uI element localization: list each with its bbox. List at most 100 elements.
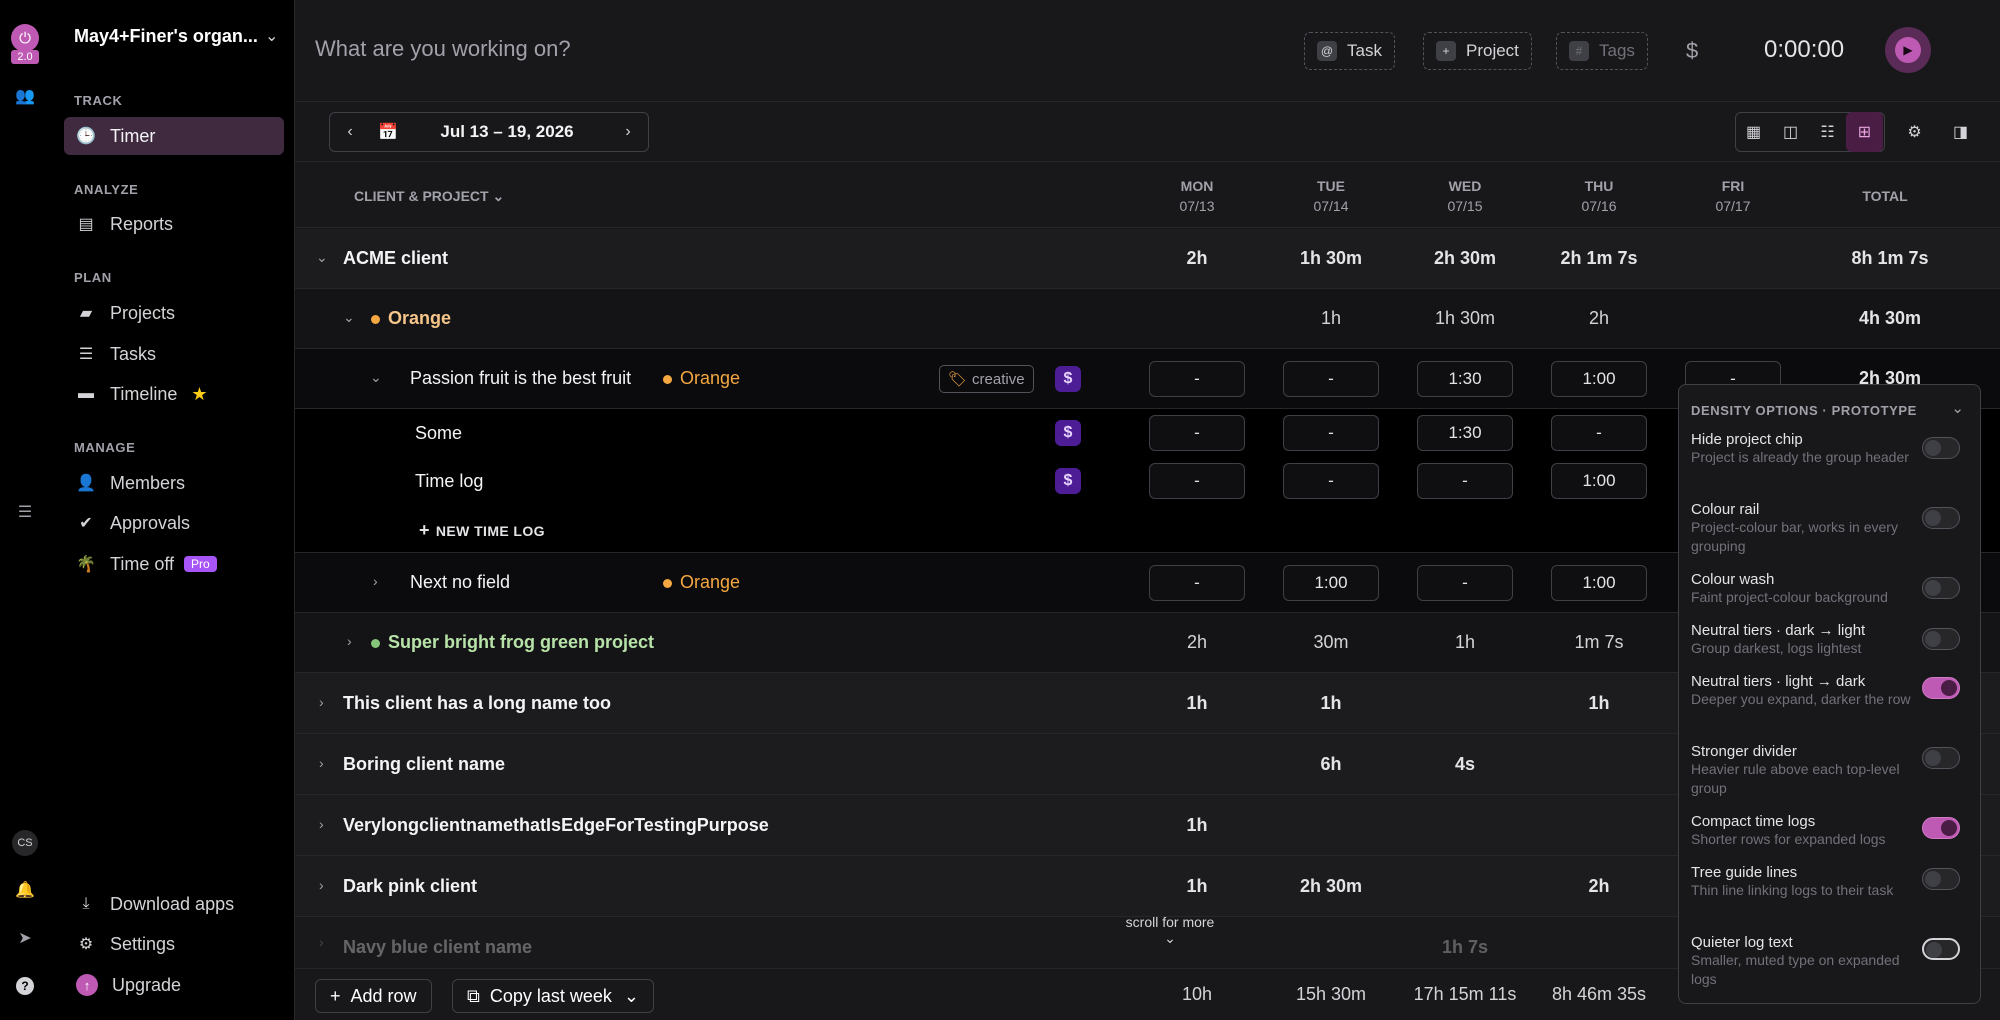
calendar-view-icon[interactable]: ▦ — [1735, 112, 1772, 152]
chevron-down-icon[interactable]: ⌄ — [343, 309, 355, 326]
client-row-acme[interactable]: ⌄ ACME client 2h 1h 30m 2h 30m 2h 1m 7s … — [295, 229, 2000, 289]
chevron-right-icon[interactable]: › — [319, 694, 324, 710]
copy-last-week-button[interactable]: ⧉ Copy last week ⌄ — [452, 979, 655, 1013]
start-timer-button[interactable]: ▶ — [1885, 27, 1931, 73]
prev-week-button[interactable]: ‹ — [330, 123, 370, 141]
collapse-panel-icon[interactable]: ⌄ — [1951, 399, 1964, 417]
sidebar-item-timeline[interactable]: ▬ Timeline ★ — [64, 375, 284, 413]
chevron-right-icon[interactable]: › — [319, 755, 324, 771]
time-input[interactable]: 1:00 — [1283, 565, 1379, 601]
time-input[interactable]: 1:30 — [1417, 361, 1513, 397]
gear-icon[interactable]: ⚙ — [1896, 112, 1933, 152]
avatar[interactable]: CS — [12, 830, 38, 856]
group-by-header[interactable]: CLIENT & PROJECT ⌄ — [354, 186, 504, 206]
time-input[interactable]: - — [1551, 415, 1647, 451]
time-input[interactable]: - — [1149, 463, 1245, 499]
day-total: 1h — [1186, 815, 1208, 835]
day-total: 1h — [1588, 693, 1610, 713]
project-chip: Orange — [663, 368, 740, 389]
send-icon[interactable]: ➤ — [11, 924, 39, 952]
time-input[interactable]: 1:30 — [1417, 415, 1513, 451]
sidebar-item-projects[interactable]: ▰ Projects — [64, 294, 284, 332]
plus-icon: + — [1436, 41, 1456, 61]
sidebar-item-members[interactable]: 👤 Members — [64, 464, 284, 502]
billable-icon[interactable]: $ — [1055, 468, 1081, 494]
billable-icon[interactable]: $ — [1055, 366, 1081, 392]
download-apps-link[interactable]: ⤓ Download apps — [64, 885, 284, 923]
footer-total: 8h 46m 35s — [1551, 984, 1647, 1004]
chevron-right-icon[interactable]: › — [319, 816, 324, 832]
chevron-down-icon[interactable]: ⌄ — [316, 249, 328, 266]
project-chip[interactable]: + Project — [1423, 32, 1532, 70]
time-input[interactable]: - — [1417, 565, 1513, 601]
billable-toggle[interactable]: $ — [1686, 38, 1698, 64]
sidebar-item-tasks[interactable]: ☰ Tasks — [64, 335, 284, 373]
task-chip[interactable]: @ Task — [1304, 32, 1395, 70]
plus-icon: + — [330, 985, 341, 1006]
time-input[interactable]: - — [1149, 415, 1245, 451]
day-total: 4s — [1454, 754, 1476, 774]
toggle-switch[interactable] — [1922, 938, 1960, 960]
billable-icon[interactable]: $ — [1055, 420, 1081, 446]
project-row-orange[interactable]: ⌄ Orange 1h 1h 30m 2h 4h 30m — [295, 289, 2000, 349]
chevron-right-icon[interactable]: › — [319, 934, 324, 950]
time-input[interactable]: - — [1149, 565, 1245, 601]
toggle-switch[interactable] — [1922, 507, 1960, 529]
next-week-button[interactable]: › — [608, 123, 648, 141]
power-icon[interactable]: ⏻ — [11, 24, 39, 52]
add-row-button[interactable]: + Add row — [315, 979, 432, 1013]
description-input[interactable]: What are you working on? — [315, 36, 571, 62]
toggle-switch[interactable] — [1922, 677, 1960, 699]
new-time-log-button[interactable]: + NEW TIME LOG — [419, 520, 545, 541]
play-icon: ▶ — [1895, 37, 1921, 63]
split-view-icon[interactable]: ◫ — [1772, 112, 1809, 152]
org-name[interactable]: May4+Finer's organ... — [74, 26, 258, 47]
day-total: 30m — [1313, 632, 1349, 652]
date-navigator: ‹ 📅 Jul 13 – 19, 2026 › — [329, 112, 649, 152]
sidebar-item-approvals[interactable]: ✔ Approvals — [64, 504, 284, 542]
log-name: Time log — [415, 471, 484, 491]
tag-chip[interactable]: 🏷 creative — [939, 365, 1034, 393]
time-input[interactable]: - — [1283, 463, 1379, 499]
toggle-switch[interactable] — [1922, 747, 1960, 769]
chevron-right-icon[interactable]: › — [319, 877, 324, 893]
chevron-down-icon[interactable]: ⌄ — [370, 369, 382, 386]
day-total: 2h — [1588, 308, 1610, 328]
grid-view-icon[interactable]: ⊞ — [1846, 112, 1883, 152]
calendar-icon[interactable]: 📅 — [370, 122, 406, 142]
sidebar-item-reports[interactable]: ▤ Reports — [64, 205, 284, 243]
sidebar-item-time-off[interactable]: 🌴 Time off Pro — [64, 545, 284, 583]
side-panel-icon[interactable]: ◨ — [1942, 112, 1979, 152]
time-input[interactable]: 1:00 — [1551, 463, 1647, 499]
toggle-switch[interactable] — [1922, 577, 1960, 599]
time-input[interactable]: 1:00 — [1551, 565, 1647, 601]
time-input[interactable]: - — [1149, 361, 1245, 397]
option-tree-guide-lines: Tree guide lines Thin line linking logs t… — [1691, 864, 1976, 900]
collapse-menu-icon[interactable]: ☰ — [11, 498, 39, 526]
sidebar-item-timer[interactable]: 🕒 Timer — [64, 117, 284, 155]
date-range[interactable]: Jul 13 – 19, 2026 — [406, 122, 608, 142]
toggle-switch[interactable] — [1922, 868, 1960, 890]
scroll-hint[interactable]: scroll for more ⌄ — [1095, 914, 1245, 947]
client-name: Navy blue client name — [343, 937, 533, 957]
client-name: Boring client name — [343, 754, 506, 774]
list-view-icon[interactable]: ☷ — [1809, 112, 1846, 152]
copy-icon: ⧉ — [467, 985, 480, 1006]
settings-link[interactable]: ⚙ Settings — [64, 925, 284, 963]
team-icon[interactable]: 👥 — [11, 82, 39, 110]
sidebar: May4+Finer's organ... ⌄ TRACK 🕒 Timer ANA… — [50, 0, 295, 1020]
chevron-right-icon[interactable]: › — [347, 633, 352, 649]
chevron-right-icon[interactable]: › — [373, 573, 378, 589]
time-input[interactable]: - — [1417, 463, 1513, 499]
time-input[interactable]: 1:00 — [1551, 361, 1647, 397]
time-input[interactable]: - — [1283, 361, 1379, 397]
toggle-switch[interactable] — [1922, 817, 1960, 839]
upgrade-link[interactable]: ↑ Upgrade — [64, 966, 284, 1004]
tags-chip[interactable]: # Tags — [1556, 32, 1648, 70]
bell-icon[interactable]: 🔔 — [11, 876, 39, 904]
time-input[interactable]: - — [1283, 415, 1379, 451]
help-icon[interactable]: ? — [11, 972, 39, 1000]
toggle-switch[interactable] — [1922, 628, 1960, 650]
chevron-down-icon[interactable]: ⌄ — [265, 26, 278, 46]
toggle-switch[interactable] — [1922, 437, 1960, 459]
